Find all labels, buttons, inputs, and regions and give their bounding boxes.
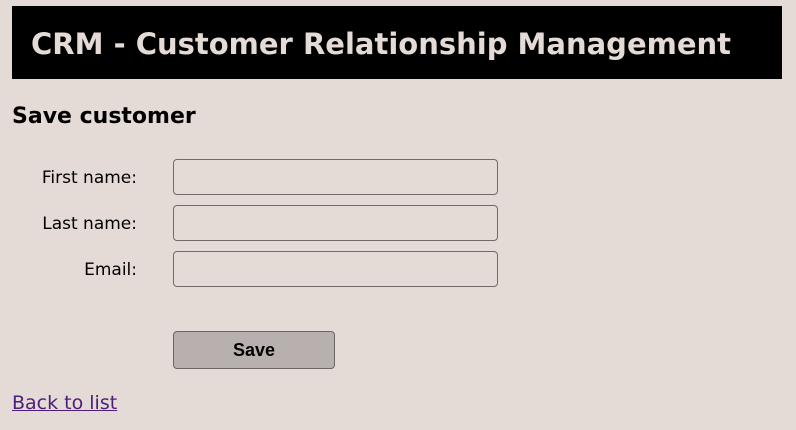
first-name-field[interactable]: [173, 159, 498, 195]
first-name-label: First name:: [41, 168, 137, 188]
page-title: Save customer: [12, 104, 196, 129]
app-title: CRM - Customer Relationship Management: [31, 27, 732, 61]
last-name-label: Last name:: [42, 214, 137, 234]
email-label: Email:: [84, 260, 137, 280]
save-button[interactable]: Save: [173, 331, 335, 369]
last-name-field[interactable]: [173, 205, 498, 241]
email-field[interactable]: [173, 251, 498, 287]
app-header: CRM - Customer Relationship Management: [12, 6, 782, 79]
back-to-list-link[interactable]: Back to list: [12, 390, 117, 416]
